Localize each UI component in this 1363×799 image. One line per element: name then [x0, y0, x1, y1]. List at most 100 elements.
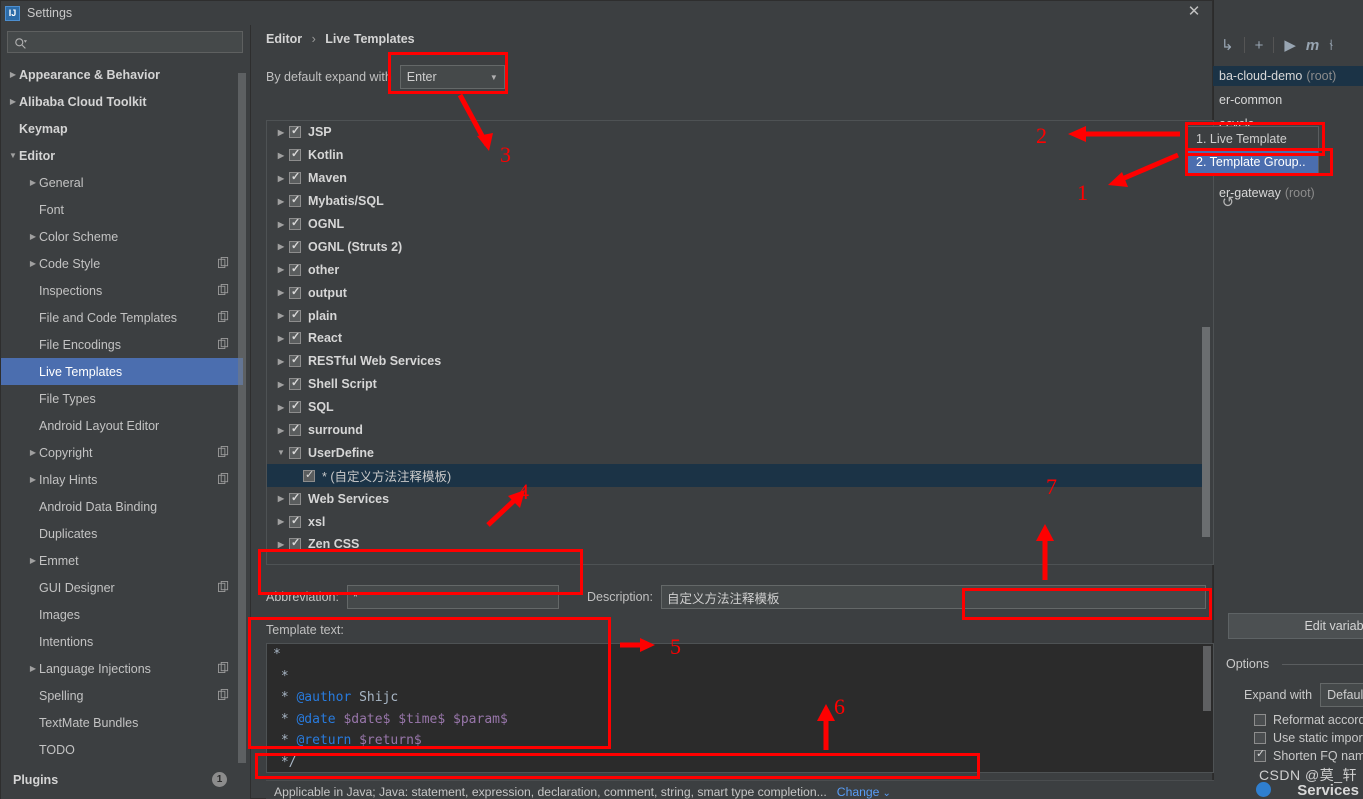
template-checkbox[interactable]	[289, 193, 301, 208]
sidebar-item-live-templates[interactable]: Live Templates	[1, 358, 243, 385]
project-row[interactable]: ba-cloud-demo (root)	[1213, 66, 1363, 86]
sidebar-item-spelling[interactable]: Spelling	[1, 682, 243, 709]
sidebar-item-android-data-binding[interactable]: Android Data Binding	[1, 493, 243, 520]
checkbox-box[interactable]	[1254, 747, 1266, 762]
disclosure-triangle-icon[interactable]: ▶	[273, 403, 289, 412]
disclosure-triangle-icon[interactable]: ▶	[273, 151, 289, 160]
sidebar-item-file-and-code-templates[interactable]: File and Code Templates	[1, 304, 243, 331]
template-checkbox[interactable]	[289, 124, 301, 139]
disclosure-triangle-icon[interactable]: ▼	[7, 151, 19, 160]
menu-item-template-group[interactable]: 2. Template Group..	[1188, 150, 1318, 173]
copy-settings-icon[interactable]	[218, 446, 229, 460]
description-input[interactable]: 自定义方法注释模板	[660, 585, 1206, 609]
template-checkbox[interactable]	[289, 399, 301, 414]
sidebar-item-general[interactable]: ▶ General	[1, 169, 243, 196]
copy-settings-icon[interactable]	[218, 311, 229, 325]
template-checkbox[interactable]	[289, 330, 301, 345]
sidebar-item-color-scheme[interactable]: ▶ Color Scheme	[1, 223, 243, 250]
template-checkbox[interactable]	[289, 170, 301, 185]
cursor-icon[interactable]: ↳	[1221, 36, 1234, 54]
template-group-row[interactable]: ▶ Mybatis/SQL	[267, 190, 1202, 213]
disclosure-triangle-icon[interactable]: ▶	[273, 174, 289, 183]
template-group-row[interactable]: ▶ xsl	[267, 510, 1202, 533]
template-group-row[interactable]: ▶ plain	[267, 304, 1202, 327]
template-group-row[interactable]: ▼ UserDefine	[267, 441, 1202, 464]
template-group-row[interactable]: ▶ Shell Script	[267, 373, 1202, 396]
edit-variables-button[interactable]: Edit variables	[1228, 613, 1363, 639]
sidebar-item-duplicates[interactable]: Duplicates	[1, 520, 243, 547]
template-checkbox[interactable]	[289, 239, 301, 253]
disclosure-triangle-icon[interactable]: ▶	[27, 448, 39, 457]
template-scrollbar-thumb[interactable]	[1202, 327, 1210, 537]
sidebar-item-inspections[interactable]: Inspections	[1, 277, 243, 304]
template-group-row[interactable]: ▶ SQL	[267, 396, 1202, 419]
disclosure-triangle-icon[interactable]: ▶	[27, 178, 39, 187]
disclosure-triangle-icon[interactable]: ▶	[273, 220, 289, 229]
close-icon[interactable]: ✕	[1184, 3, 1204, 23]
sidebar-item-android-layout-editor[interactable]: Android Layout Editor	[1, 412, 243, 439]
copy-settings-icon[interactable]	[218, 257, 229, 271]
template-text-editor[interactable]: * * * @author Shijc * @date $date$ $time…	[266, 643, 1214, 773]
sidebar-item-plugins[interactable]: Plugins 1	[1, 768, 243, 792]
template-checkbox[interactable]	[289, 216, 301, 230]
disclosure-triangle-icon[interactable]: ▶	[273, 197, 289, 206]
template-checkbox[interactable]	[289, 536, 301, 551]
disclosure-triangle-icon[interactable]: ▶	[7, 97, 19, 106]
sidebar-scrollbar[interactable]	[238, 73, 246, 763]
disclosure-triangle-icon[interactable]: ▶	[273, 265, 289, 274]
sidebar-item-file-encodings[interactable]: File Encodings	[1, 331, 243, 358]
copy-settings-icon[interactable]	[218, 689, 229, 703]
disclosure-triangle-icon[interactable]: ▶	[273, 380, 289, 389]
copy-settings-icon[interactable]	[218, 284, 229, 298]
template-checkbox[interactable]	[289, 147, 301, 162]
copy-settings-icon[interactable]	[218, 581, 229, 595]
template-checkbox[interactable]	[289, 262, 301, 276]
checkbox-box[interactable]	[1254, 732, 1266, 744]
sidebar-item-appearance-behavior[interactable]: ▶ Appearance & Behavior	[1, 61, 243, 88]
revert-template-button[interactable]: ↺	[1215, 190, 1241, 214]
template-group-row[interactable]: ▶ Web Services	[267, 487, 1202, 510]
disclosure-triangle-icon[interactable]: ▶	[273, 426, 289, 435]
maven-m-icon[interactable]: m	[1306, 37, 1319, 54]
disclosure-triangle-icon[interactable]: ▶	[27, 556, 39, 565]
sidebar-item-emmet[interactable]: ▶ Emmet	[1, 547, 243, 574]
template-checkbox[interactable]	[289, 376, 301, 391]
template-group-row[interactable]: ▶ OGNL (Struts 2)	[267, 235, 1202, 258]
template-checkbox[interactable]	[289, 308, 301, 322]
disclosure-triangle-icon[interactable]: ▶	[273, 357, 289, 366]
disclosure-triangle-icon[interactable]: ▶	[273, 311, 289, 320]
project-row[interactable]: er-common	[1213, 90, 1363, 110]
add-icon[interactable]: +	[1255, 37, 1264, 54]
copy-settings-icon[interactable]	[218, 662, 229, 676]
option-checkbox-shorten-fq-names[interactable]: Shorten FQ names	[1254, 747, 1363, 763]
branch-icon[interactable]: ⫮	[1329, 37, 1333, 54]
sidebar-item-file-types[interactable]: File Types	[1, 385, 243, 412]
sidebar-item-copyright[interactable]: ▶ Copyright	[1, 439, 243, 466]
checkbox-box[interactable]	[1254, 714, 1266, 726]
template-checkbox[interactable]	[303, 468, 315, 482]
sidebar-item-editor[interactable]: ▼ Editor	[1, 142, 243, 169]
editor-scrollbar-thumb[interactable]	[1203, 646, 1211, 711]
option-checkbox-reformat-according-to-style[interactable]: Reformat according to style	[1254, 713, 1363, 727]
template-checkbox[interactable]	[289, 445, 301, 459]
sidebar-item-language-injections[interactable]: ▶ Language Injections	[1, 655, 243, 682]
sidebar-item-font[interactable]: Font	[1, 196, 243, 223]
sidebar-item-intentions[interactable]: Intentions	[1, 628, 243, 655]
template-group-row[interactable]: ▶ OGNL	[267, 213, 1202, 236]
breadcrumb-root[interactable]: Editor	[266, 32, 302, 46]
sidebar-item-gui-designer[interactable]: GUI Designer	[1, 574, 243, 601]
template-group-row[interactable]: ▶ JSP	[267, 121, 1202, 144]
disclosure-triangle-icon[interactable]: ▼	[273, 448, 289, 457]
template-group-row[interactable]: ▶ Maven	[267, 167, 1202, 190]
default-expand-select[interactable]: Enter ▼	[399, 65, 505, 89]
disclosure-triangle-icon[interactable]: ▶	[27, 664, 39, 673]
abbreviation-input[interactable]: *	[346, 585, 559, 609]
disclosure-triangle-icon[interactable]: ▶	[273, 540, 289, 549]
menu-item-live-template[interactable]: 1. Live Template	[1188, 127, 1318, 150]
expand-with-select[interactable]: Default (Enter) ▼	[1320, 683, 1363, 707]
template-group-row[interactable]: ▶ output	[267, 281, 1202, 304]
sidebar-item-todo[interactable]: TODO	[1, 736, 243, 761]
disclosure-triangle-icon[interactable]: ▶	[273, 334, 289, 343]
copy-settings-icon[interactable]	[218, 338, 229, 352]
template-checkbox[interactable]	[289, 491, 301, 505]
